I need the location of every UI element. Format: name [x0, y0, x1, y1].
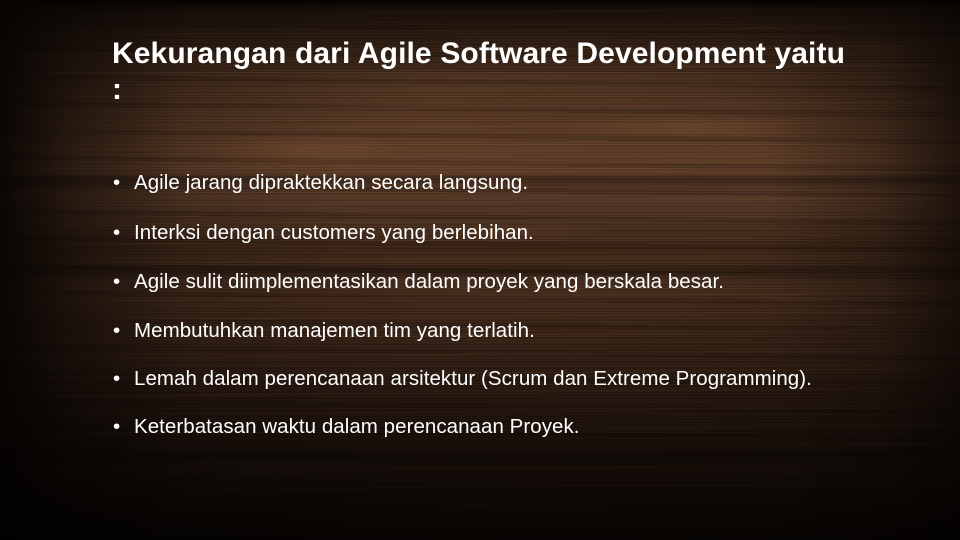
- bullet-marker-icon: •: [113, 270, 121, 293]
- list-item: • Interksi dengan customers yang berlebi…: [112, 220, 846, 246]
- list-item: • Agile sulit diimplementasikan dalam pr…: [112, 269, 846, 295]
- list-item: • Keterbatasan waktu dalam perencanaan P…: [112, 414, 846, 440]
- presentation-slide: Kekurangan dari Agile Software Developme…: [0, 0, 960, 540]
- list-item-label: Membutuhkan manajemen tim yang terlatih.: [134, 319, 535, 342]
- bullet-marker-icon: •: [113, 367, 121, 390]
- bullet-marker-icon: •: [113, 221, 121, 244]
- bullet-marker-icon: •: [113, 319, 121, 342]
- list-item-label: Lemah dalam perencanaan arsitektur (Scru…: [134, 367, 812, 390]
- list-item: • Lemah dalam perencanaan arsitektur (Sc…: [112, 366, 846, 392]
- list-item-label: Agile jarang dipraktekkan secara langsun…: [134, 171, 529, 194]
- slide-content: Kekurangan dari Agile Software Developme…: [0, 0, 960, 540]
- bullet-marker-icon: •: [113, 415, 121, 438]
- slide-title: Kekurangan dari Agile Software Developme…: [112, 37, 854, 106]
- bullet-list: • Agile jarang dipraktekkan secara langs…: [112, 170, 846, 440]
- list-item: • Agile jarang dipraktekkan secara langs…: [112, 170, 846, 196]
- list-item-label: Agile sulit diimplementasikan dalam proy…: [134, 270, 724, 293]
- bullet-marker-icon: •: [113, 171, 121, 194]
- list-item-label: Interksi dengan customers yang berlebiha…: [134, 221, 534, 244]
- list-item: • Membutuhkan manajemen tim yang terlati…: [112, 318, 846, 344]
- list-item-label: Keterbatasan waktu dalam perencanaan Pro…: [134, 415, 580, 438]
